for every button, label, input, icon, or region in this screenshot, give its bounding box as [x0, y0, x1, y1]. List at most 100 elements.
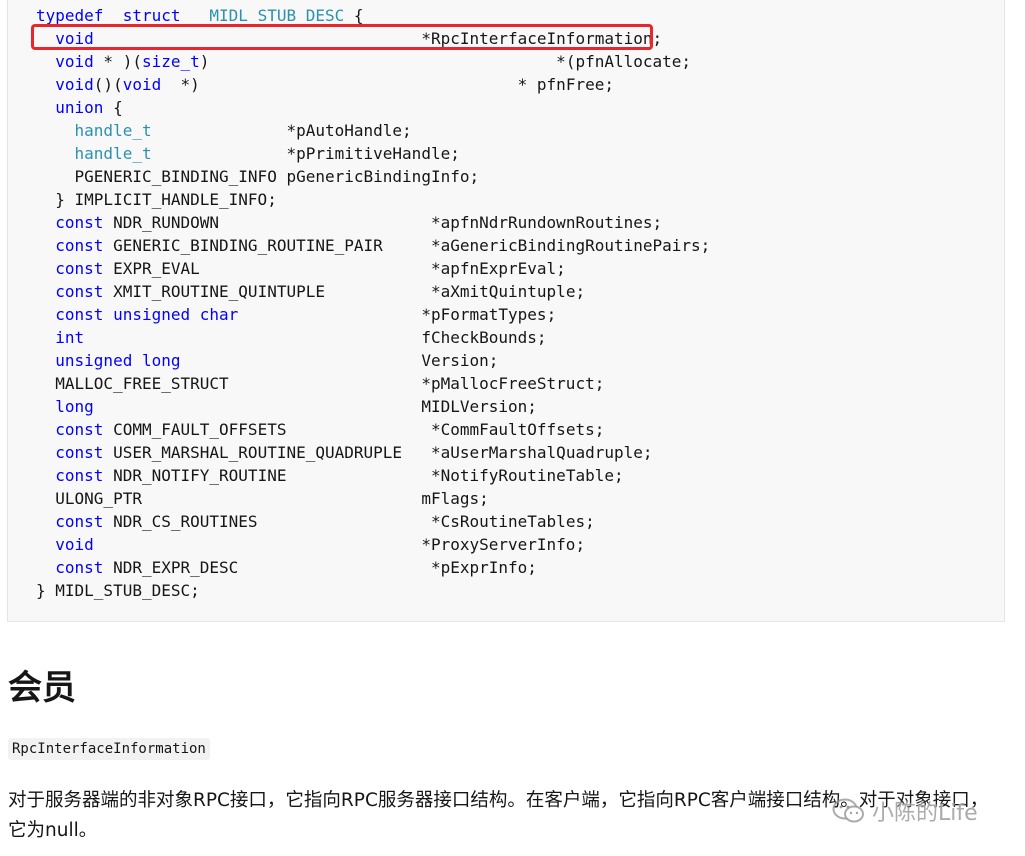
code-line: ULONG_PTR mFlags; — [36, 487, 710, 510]
code-line: const unsigned char *pFormatTypes; — [36, 303, 710, 326]
code-line: void *ProxyServerInfo; — [36, 533, 710, 556]
code-keyword: const — [55, 282, 104, 301]
code-text: COMM_FAULT_OFFSETS *CommFaultOffsets; — [103, 420, 605, 439]
wechat-logo-icon — [832, 797, 866, 825]
code-text: } MIDL_STUB_DESC; — [36, 581, 200, 600]
code-line: const EXPR_EVAL *apfnExprEval; — [36, 257, 710, 280]
code-keyword: int — [55, 328, 85, 347]
code-line: void()(void *) * pfnFree; — [36, 73, 710, 96]
code-keyword: typedef — [36, 6, 104, 25]
code-text: *ProxyServerInfo; — [93, 535, 586, 554]
code-type: handle_t — [74, 121, 152, 140]
code-text: NDR_EXPR_DESC *pExprInfo; — [103, 558, 537, 577]
section-heading: 会员 — [8, 668, 76, 708]
code-line: union { — [36, 96, 710, 119]
code-text: EXPR_EVAL *apfnExprEval; — [103, 259, 566, 278]
code-line: void *RpcInterfaceInformation; — [36, 27, 710, 50]
code-keyword: void — [55, 535, 94, 554]
code-text: } IMPLICIT_HANDLE_INFO; — [36, 190, 277, 209]
code-text: NDR_NOTIFY_ROUTINE *NotifyRoutineTable; — [103, 466, 624, 485]
code-text: ) *(pfnAllocate; — [199, 52, 692, 71]
code-text: { — [103, 98, 123, 117]
member-name: RpcInterfaceInformation — [8, 738, 210, 760]
code-line: handle_t *pAutoHandle; — [36, 119, 710, 142]
code-keyword: const — [55, 259, 104, 278]
code-text: ULONG_PTR mFlags; — [36, 489, 489, 508]
code-type: handle_t — [74, 144, 152, 163]
code-keyword: const — [55, 466, 104, 485]
code-keyword: size_t — [141, 52, 200, 71]
code-line: const USER_MARSHAL_ROUTINE_QUADRUPLE *aU… — [36, 441, 710, 464]
code-line: int fCheckBounds; — [36, 326, 710, 349]
code-line: long MIDLVersion; — [36, 395, 710, 418]
code-type: _MIDL_STUB_DESC — [199, 6, 345, 25]
code-text: Version; — [180, 351, 499, 370]
code-text: *) * pfnFree; — [161, 75, 614, 94]
code-keyword: const — [55, 420, 104, 439]
code-keyword: long — [55, 397, 94, 416]
code-text: GENERIC_BINDING_ROUTINE_PAIR *aGenericBi… — [103, 236, 711, 255]
code-text: *pPrimitiveHandle; — [151, 144, 460, 163]
code-text: PGENERIC_BINDING_INFO pGenericBindingInf… — [36, 167, 480, 186]
struct-definition-code: typedef struct _MIDL_STUB_DESC { void *R… — [36, 4, 710, 602]
code-keyword: void — [122, 75, 162, 94]
code-keyword: void — [55, 29, 94, 48]
code-keyword: const — [55, 213, 104, 232]
code-text: NDR_CS_ROUTINES *CsRoutineTables; — [103, 512, 595, 531]
code-keyword: long — [132, 351, 181, 370]
code-text: MIDLVersion; — [93, 397, 537, 416]
code-keyword: const — [55, 558, 104, 577]
code-line: const NDR_RUNDOWN *apfnNdrRundownRoutine… — [36, 211, 710, 234]
code-text: XMIT_ROUTINE_QUINTUPLE *aXmitQuintuple; — [103, 282, 586, 301]
code-text: NDR_RUNDOWN *apfnNdrRundownRoutines; — [103, 213, 663, 232]
code-text: USER_MARSHAL_ROUTINE_QUADRUPLE *aUserMar… — [103, 443, 653, 462]
code-keyword: void — [55, 52, 94, 71]
code-line: PGENERIC_BINDING_INFO pGenericBindingInf… — [36, 165, 710, 188]
code-line: typedef struct _MIDL_STUB_DESC { — [36, 4, 710, 27]
code-keyword: const — [55, 305, 104, 324]
code-line: const COMM_FAULT_OFFSETS *CommFaultOffse… — [36, 418, 710, 441]
code-line: const GENERIC_BINDING_ROUTINE_PAIR *aGen… — [36, 234, 710, 257]
code-line: const NDR_CS_ROUTINES *CsRoutineTables; — [36, 510, 710, 533]
code-line: MALLOC_FREE_STRUCT *pMallocFreeStruct; — [36, 372, 710, 395]
code-text: { — [344, 6, 364, 25]
code-keyword: void — [55, 75, 94, 94]
code-line: } MIDL_STUB_DESC; — [36, 579, 710, 602]
code-line: unsigned long Version; — [36, 349, 710, 372]
code-text: *pFormatTypes; — [238, 305, 557, 324]
code-line: const NDR_EXPR_DESC *pExprInfo; — [36, 556, 710, 579]
code-text: * )( — [93, 52, 142, 71]
code-keyword: const — [55, 443, 104, 462]
code-line: const XMIT_ROUTINE_QUINTUPLE *aXmitQuint… — [36, 280, 710, 303]
watermark: 小陈的Life — [832, 793, 1004, 829]
code-block: typedef struct _MIDL_STUB_DESC { void *R… — [7, 0, 1005, 622]
code-keyword: unsigned — [55, 351, 133, 370]
code-text: MALLOC_FREE_STRUCT *pMallocFreeStruct; — [36, 374, 605, 393]
code-line: handle_t *pPrimitiveHandle; — [36, 142, 710, 165]
code-keyword: const — [55, 236, 104, 255]
code-line: void * )(size_t) *(pfnAllocate; — [36, 50, 710, 73]
code-keyword: union — [55, 98, 104, 117]
watermark-text: 小陈的Life — [872, 801, 978, 826]
code-text: ()( — [93, 75, 123, 94]
code-text: fCheckBounds; — [84, 328, 547, 347]
code-keyword: struct — [122, 6, 181, 25]
code-keyword: unsigned — [103, 305, 191, 324]
